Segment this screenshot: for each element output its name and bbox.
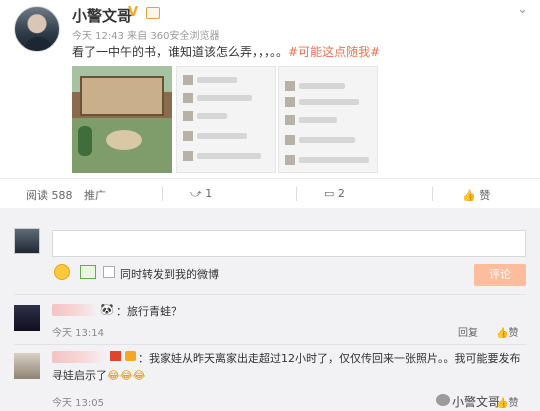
repost-count: 1 [205,187,213,200]
chat-bubble [299,83,345,89]
chat-avatar [183,151,193,161]
comment-text: ：旅行青蛙？ [116,305,182,318]
chat-bubble [197,95,252,101]
stat-divider [162,187,163,201]
like-label: 赞 [479,189,491,202]
comment-text-line1: ：我家娃从昨天离家出走超过12小时了，仅仅传回来一张照片。。我可能要发布 [138,352,521,365]
hashtag-link[interactable]: #可能这点随我# [288,45,380,59]
comment-divider [14,294,526,295]
comment-username[interactable] [52,351,106,363]
like-icon: 👍 [496,398,509,409]
chat-bubble [299,157,369,163]
chat-avatar [285,155,295,165]
chat-avatar [183,131,193,141]
post-meta: 今天 12:43 来自 360安全浏览器 [72,31,220,42]
like-icon: 👍 [462,189,476,202]
comment-like-label: 赞 [508,328,519,339]
user-avatar[interactable] [14,6,60,52]
repost-checkbox[interactable] [103,266,115,278]
comment-text-tail: 寻娃启示了 [52,369,107,382]
comment-button[interactable]: ▭ 2 [324,187,345,200]
reply-button[interactable]: 回复 [458,324,478,339]
repost-checkbox-label: 同时转发到我的微博 [120,268,219,281]
chat-bubble [197,133,247,139]
post-username[interactable]: 小警文哥 [72,5,132,26]
chat-avatar [285,97,295,107]
scene-table [106,130,142,150]
scene-house [80,76,164,116]
post-text: 看了一中午的书，谁知道该怎么弄，，，。。#可能这点随我# [72,43,380,60]
chat-bubble [299,117,337,123]
comment-like-button[interactable]: 👍赞 [496,324,518,339]
comment-input[interactable] [52,230,526,257]
stat-divider [296,187,297,201]
vip-icon [146,7,160,19]
comment-avatar[interactable] [14,353,40,379]
comment-text-line2: 寻娃启示了😂😂😂 [52,367,146,383]
post-image-game-scene[interactable] [72,66,172,173]
panda-icon: 🐼 [100,303,114,316]
repost-button[interactable]: ⤻ 1 [190,187,212,201]
member-badge-icon [110,351,121,361]
comments-section: 同时转发到我的微博 评论 🐼 ：旅行青蛙？ 今天 13:14 回复 👍赞 ：我家… [0,208,540,411]
verified-icon: V [128,5,139,20]
like-button[interactable]: 👍 赞 [462,187,490,203]
chat-avatar [285,81,295,91]
chat-bubble [299,99,359,105]
chat-bubble [197,153,261,159]
comment-like-label: 赞 [508,398,519,409]
chat-avatar [285,115,295,125]
comment-time: 今天 13:14 [52,328,104,339]
chevron-down-icon[interactable]: ⌄ [517,2,528,17]
post-image-chat-1[interactable] [176,66,276,173]
submit-comment-button[interactable]: 评论 [474,264,526,286]
repost-icon: ⤻ [190,187,202,200]
like-icon: 👍 [496,328,509,339]
wechat-icon [436,394,450,406]
comment-like-button[interactable]: 👍赞 [496,394,518,409]
comment-time: 今天 13:05 [52,398,104,409]
comment-username[interactable] [52,304,98,316]
my-avatar [14,228,40,254]
chat-bubble [197,113,227,119]
chat-avatar [285,135,295,145]
promote-link[interactable]: 推广 [84,187,106,203]
post-body: 看了一中午的书，谁知道该怎么弄，，，。。 [72,45,289,59]
chat-avatar [183,111,193,121]
image-icon[interactable] [80,265,96,279]
chat-bubble [197,77,237,83]
post-image-chat-2[interactable] [278,66,378,173]
comment-count: 2 [337,187,345,200]
laugh-emoji-icon: 😂😂😂 [107,369,146,382]
post-stats-bar: 阅读 588 推广 ⤻ 1 ▭ 2 👍 赞 [0,178,540,208]
watermark: 小警文哥 [452,395,501,409]
stat-divider [432,187,433,201]
chat-avatar [183,93,193,103]
view-count: 阅读 588 [26,189,73,202]
chat-avatar [183,75,193,85]
comment-icon: ▭ [324,187,335,200]
weibo-post: 小警文哥 V ⌄ 今天 12:43 来自 360安全浏览器 看了一中午的书，谁知… [0,0,540,178]
emoji-icon[interactable] [54,264,70,280]
crown-icon [125,351,136,361]
chat-bubble [299,137,355,143]
comment-avatar[interactable] [14,305,40,331]
comment-divider [14,344,526,345]
scene-plant [78,126,92,156]
